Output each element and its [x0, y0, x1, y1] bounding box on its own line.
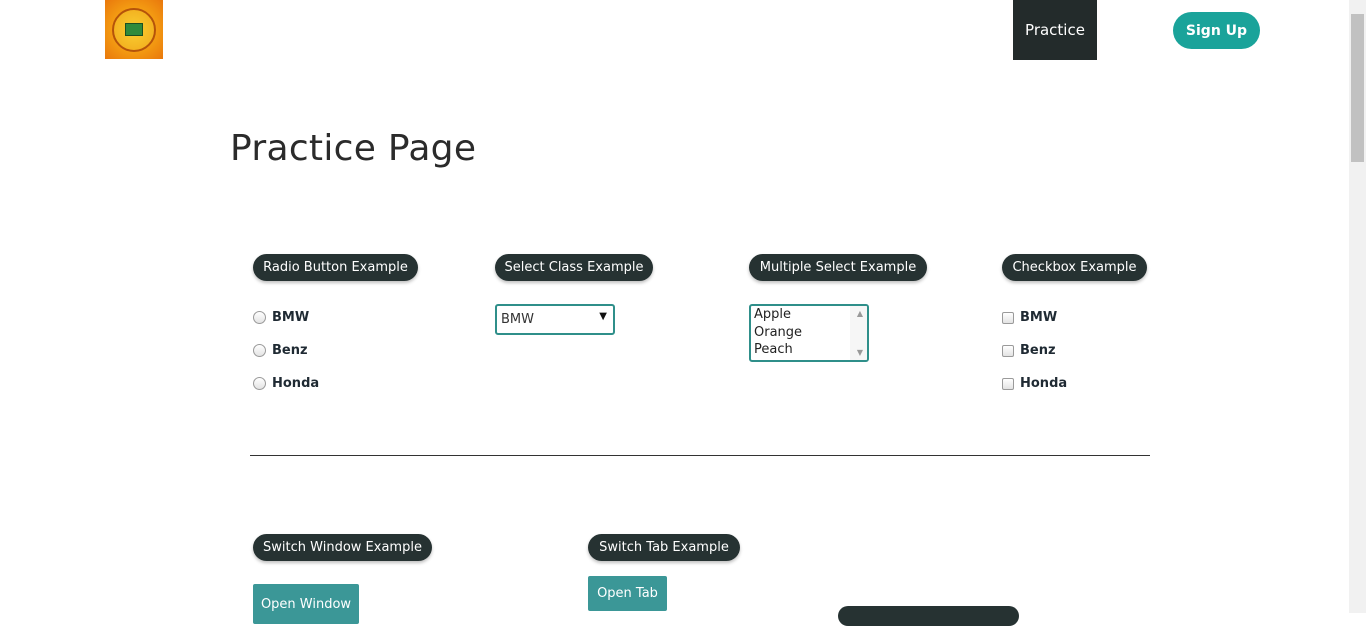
checkbox-option-honda[interactable]: Honda: [1002, 376, 1067, 391]
radio-option-bmw[interactable]: BMW: [253, 310, 309, 325]
computer-screen-icon: [125, 23, 143, 36]
nav-practice-link[interactable]: Practice: [1013, 0, 1097, 60]
multi-select-option-apple[interactable]: Apple: [754, 307, 791, 322]
radio-label: Benz: [272, 343, 308, 358]
checkbox[interactable]: [1002, 344, 1014, 357]
open-tab-button[interactable]: Open Tab: [588, 576, 667, 611]
car-select-dropdown[interactable]: BMW ▼: [495, 304, 615, 335]
section-divider: [250, 455, 1150, 456]
radio-option-honda[interactable]: Honda: [253, 376, 319, 391]
radio-button[interactable]: [253, 377, 266, 390]
checkbox-section-heading: Checkbox Example: [1002, 254, 1147, 281]
multi-select-section-heading: Multiple Select Example: [749, 254, 927, 281]
checkbox[interactable]: [1002, 311, 1014, 324]
multi-select-option-peach[interactable]: Peach: [754, 342, 793, 357]
scroll-down-arrow-icon[interactable]: ▼: [857, 348, 863, 357]
radio-section-heading: Radio Button Example: [253, 254, 418, 281]
select-value: BMW: [501, 312, 534, 327]
checkbox-option-bmw[interactable]: BMW: [1002, 310, 1057, 325]
next-section-heading: [838, 606, 1019, 626]
logo-badge-icon: [112, 7, 156, 52]
checkbox-label: Benz: [1020, 343, 1056, 358]
radio-label: Honda: [272, 376, 320, 391]
open-window-button[interactable]: Open Window: [253, 584, 359, 624]
scroll-up-arrow-icon[interactable]: ▲: [857, 309, 863, 318]
page-scrollbar[interactable]: [1349, 0, 1366, 613]
checkbox-option-benz[interactable]: Benz: [1002, 343, 1056, 358]
radio-option-benz[interactable]: Benz: [253, 343, 308, 358]
radio-label: BMW: [272, 310, 310, 325]
fruit-multi-select[interactable]: Apple Orange Peach ▲ ▼: [749, 304, 869, 362]
page-title: Practice Page: [230, 128, 477, 169]
radio-button[interactable]: [253, 344, 266, 357]
radio-button[interactable]: [253, 311, 266, 324]
checkbox[interactable]: [1002, 377, 1014, 390]
checkbox-label: Honda: [1020, 376, 1068, 391]
site-logo[interactable]: [105, 0, 163, 59]
checkbox-label: BMW: [1020, 310, 1058, 325]
scrollbar-thumb[interactable]: [1351, 14, 1364, 162]
multi-select-option-orange[interactable]: Orange: [754, 325, 802, 340]
switch-tab-section-heading: Switch Tab Example: [588, 534, 740, 561]
switch-window-section-heading: Switch Window Example: [253, 534, 432, 561]
signup-button[interactable]: Sign Up: [1173, 12, 1260, 49]
select-section-heading: Select Class Example: [495, 254, 653, 281]
dropdown-arrow-icon: ▼: [599, 311, 607, 322]
